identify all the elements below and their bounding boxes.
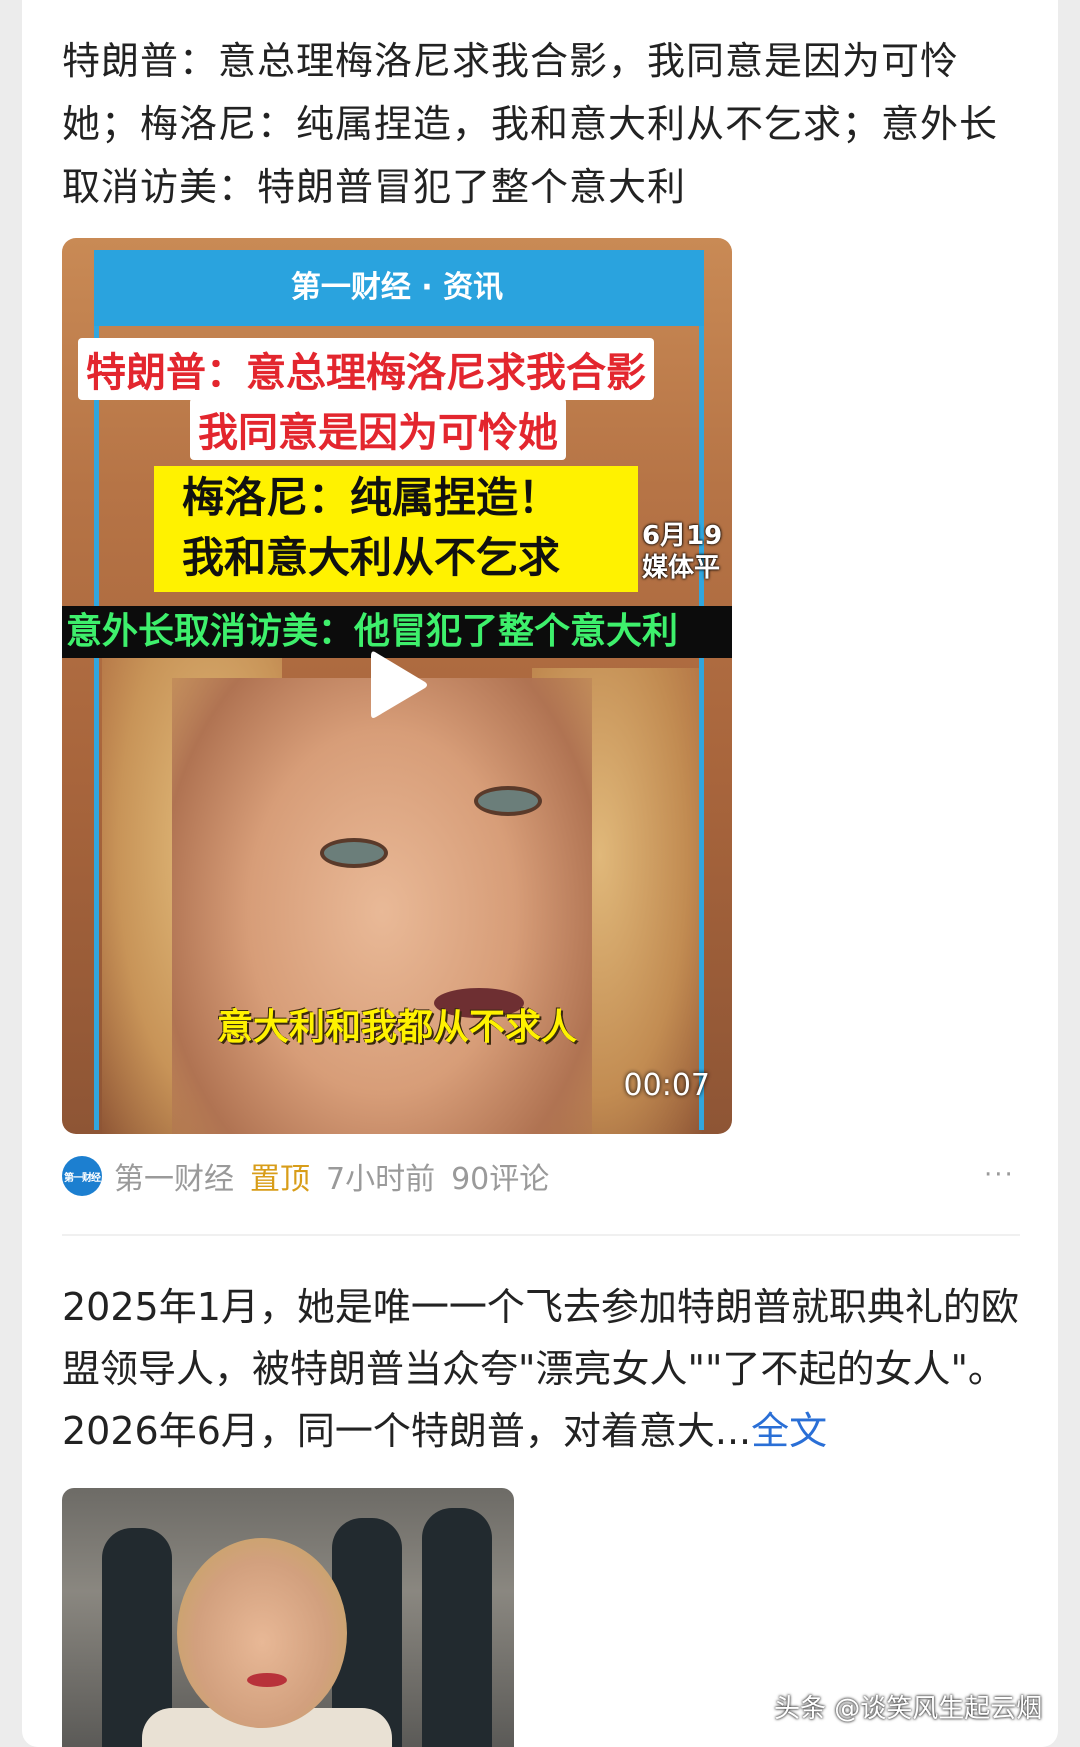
video-date-tag: 6月19 媒体平 bbox=[642, 520, 722, 584]
comment-count[interactable]: 90评论 bbox=[451, 1154, 549, 1198]
watermark: 头条 @谈笑风生起云烟 bbox=[774, 1694, 1043, 1724]
full-text-link[interactable]: 全文 bbox=[751, 1409, 827, 1453]
post-time: 7小时前 bbox=[326, 1162, 436, 1197]
divider bbox=[62, 1234, 1020, 1236]
video-date-tag-2: 媒体平 bbox=[642, 553, 721, 583]
video-duration: 00:07 bbox=[623, 1068, 710, 1103]
play-icon[interactable] bbox=[367, 648, 429, 722]
video-caption-red-1: 特朗普：意总理梅洛尼求我合影 bbox=[78, 338, 654, 400]
video-subtitle: 意大利和我都从不求人 bbox=[216, 1007, 577, 1048]
post-image[interactable] bbox=[62, 1488, 514, 1747]
photo-head bbox=[177, 1538, 347, 1728]
pinned-badge: 置顶 bbox=[250, 1162, 310, 1197]
more-dots-icon[interactable]: ··· bbox=[984, 1160, 1015, 1190]
post-headline[interactable]: 特朗普：意总理梅洛尼求我合影，我同意是因为可怜她；梅洛尼：纯属捏造，我和意大利从… bbox=[62, 30, 1022, 219]
video-caption-yellow-2: 我和意大利从不乞求 bbox=[182, 533, 561, 582]
video-player[interactable]: 第一财经 · 资讯 特朗普：意总理梅洛尼求我合影 我同意是因为可怜她 梅洛尼：纯… bbox=[62, 238, 732, 1134]
video-brand: 第一财经 · 资讯 bbox=[290, 270, 504, 305]
video-caption-yellow: 梅洛尼：纯属捏造！ 我和意大利从不乞求 bbox=[154, 466, 638, 592]
post-text[interactable]: 2025年1月，她是唯一一个飞去参加特朗普就职典礼的欧盟领导人，被特朗普当众夸"… bbox=[62, 1276, 1022, 1462]
source-avatar-icon[interactable]: 第一财经 bbox=[62, 1156, 102, 1196]
photo-mouth bbox=[247, 1673, 287, 1687]
video-caption-red-2: 我同意是因为可怜她 bbox=[190, 398, 566, 460]
video-date-tag-1: 6月19 bbox=[642, 521, 723, 551]
video-caption-yellow-1: 梅洛尼：纯属捏造！ bbox=[182, 473, 561, 522]
photo-guard bbox=[422, 1508, 492, 1747]
post-meta: 第一财经 第一财经 置顶 7小时前 90评论 bbox=[62, 1154, 565, 1198]
post-text-body: 2025年1月，她是唯一一个飞去参加特朗普就职典礼的欧盟领导人，被特朗普当众夸"… bbox=[62, 1285, 1019, 1453]
source-name[interactable]: 第一财经 bbox=[114, 1154, 234, 1198]
